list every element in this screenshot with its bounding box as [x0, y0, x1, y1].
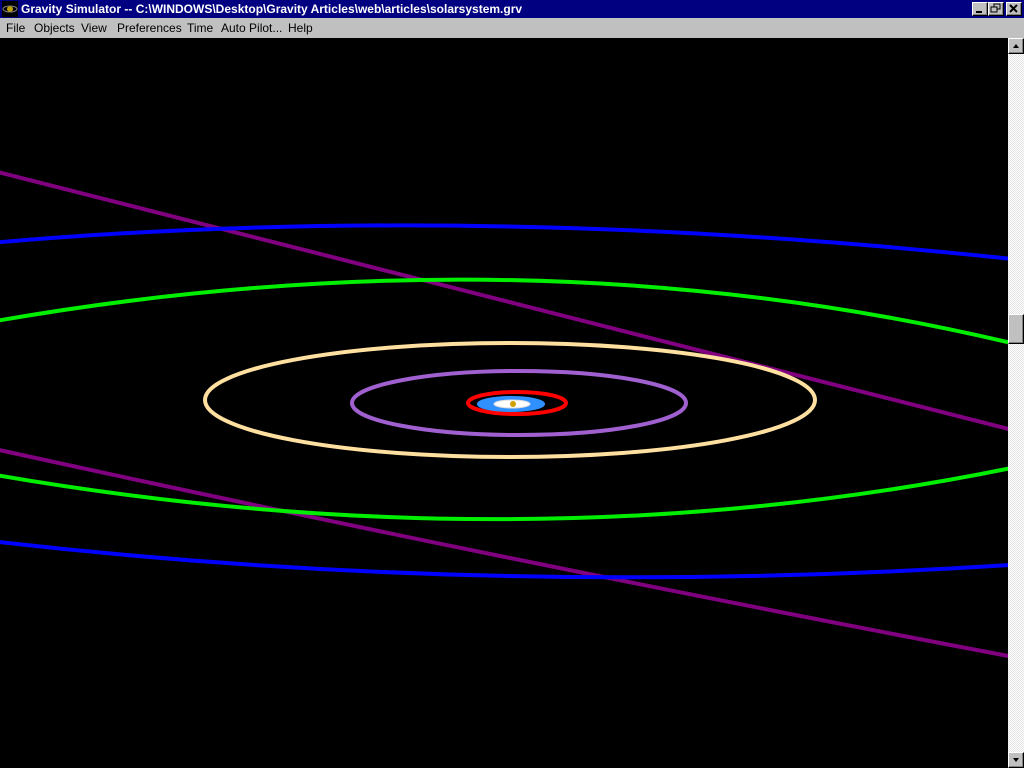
scroll-thumb[interactable]: [1008, 314, 1024, 344]
close-button[interactable]: [1006, 2, 1022, 16]
menu-file[interactable]: File: [6, 21, 25, 35]
menu-auto-pilot[interactable]: Auto Pilot...: [221, 21, 282, 35]
restore-icon: [990, 3, 1001, 13]
menu-time[interactable]: Time: [187, 21, 213, 35]
vertical-scrollbar[interactable]: [1008, 38, 1024, 768]
neptune-orbit: [0, 223, 1024, 263]
window-title: Gravity Simulator -- C:\WINDOWS\Desktop\…: [21, 2, 523, 16]
close-icon: [1009, 4, 1018, 13]
neptune-orbit-lower: [0, 540, 1024, 580]
scroll-up-button[interactable]: [1008, 38, 1024, 54]
menu-preferences[interactable]: Preferences: [117, 21, 182, 35]
arrow-down-icon: [1013, 758, 1019, 762]
minimize-button[interactable]: [972, 2, 988, 16]
uranus-orbit-lower: [0, 463, 1024, 522]
pluto-orbit-lower: [0, 448, 1024, 662]
arrow-up-icon: [1013, 44, 1019, 48]
uranus-orbit: [0, 277, 1024, 349]
sun: [510, 401, 516, 407]
orbit-view: [0, 170, 1024, 662]
minimize-icon: [976, 11, 982, 13]
menu-view[interactable]: View: [81, 21, 107, 35]
restore-button[interactable]: [988, 2, 1004, 16]
app-icon[interactable]: [2, 1, 18, 17]
simulation-canvas[interactable]: [0, 38, 1024, 768]
menu-objects[interactable]: Objects: [34, 21, 75, 35]
menu-bar: File Objects View Preferences Time Auto …: [0, 18, 1024, 38]
menu-help[interactable]: Help: [288, 21, 313, 35]
scroll-down-button[interactable]: [1008, 752, 1024, 768]
title-bar[interactable]: Gravity Simulator -- C:\WINDOWS\Desktop\…: [0, 0, 1024, 18]
